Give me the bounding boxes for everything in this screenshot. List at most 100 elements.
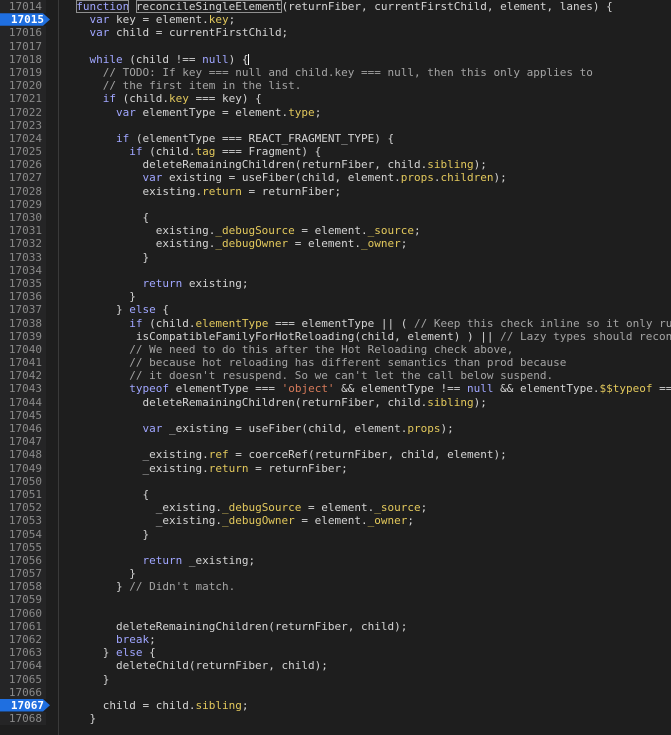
code-line[interactable]: 17054 } [0, 527, 671, 541]
line-number[interactable]: 17048 [0, 448, 46, 462]
line-number[interactable]: 17014 [0, 0, 46, 14]
line-number[interactable]: 17028 [0, 184, 46, 198]
code-line[interactable]: 17042 // it doesn't resuspend. So we can… [0, 369, 671, 383]
code-line[interactable]: 17044 deleteRemainingChildren(returnFibe… [0, 395, 671, 409]
line-number[interactable]: 17034 [0, 263, 46, 277]
code-line[interactable]: 17061 deleteRemainingChildren(returnFibe… [0, 619, 671, 633]
code-line[interactable]: 17065 } [0, 672, 671, 686]
line-number[interactable]: 17051 [0, 487, 46, 502]
code-line[interactable]: 17015 var key = element.key; [0, 13, 671, 26]
code-line[interactable]: 17063 } else { [0, 646, 671, 660]
code-line[interactable]: 17021 if (child.key === key) { [0, 92, 671, 106]
line-number[interactable]: 17063 [0, 646, 46, 660]
code-line[interactable]: 17033 } [0, 250, 671, 264]
code-line[interactable]: 17057 } [0, 567, 671, 581]
line-number[interactable]: 17017 [0, 39, 46, 53]
code-line[interactable]: 17059 [0, 593, 671, 607]
line-number[interactable]: 17023 [0, 118, 46, 132]
line-number[interactable]: 17059 [0, 593, 46, 607]
line-number[interactable]: 17031 [0, 224, 46, 238]
code-line[interactable]: 17067 child = child.sibling; [0, 698, 671, 712]
code-editor[interactable]: 17014 function reconcileSingleElement(re… [0, 0, 671, 735]
code-line[interactable]: 17024 if (elementType === REACT_FRAGMENT… [0, 131, 671, 146]
code-line[interactable]: 17043 typeof elementType === 'object' &&… [0, 382, 671, 396]
code-line[interactable]: 17053 _existing._debugOwner = element._o… [0, 514, 671, 528]
code-line[interactable]: 17062 break; [0, 633, 671, 647]
line-number[interactable]: 17052 [0, 501, 46, 515]
code-line[interactable]: 17040 // We need to do this after the Ho… [0, 342, 671, 357]
code-line[interactable]: 17019 // TODO: If key === null and child… [0, 65, 671, 80]
line-number[interactable]: 17037 [0, 303, 46, 317]
breakpoint-line-number[interactable]: 17067 [0, 698, 50, 712]
line-number[interactable]: 17049 [0, 461, 46, 475]
line-number[interactable]: 17024 [0, 131, 46, 146]
line-number[interactable]: 17033 [0, 250, 46, 264]
code-line[interactable]: 17014 function reconcileSingleElement(re… [0, 0, 671, 14]
line-number[interactable]: 17068 [0, 712, 46, 726]
code-line[interactable]: 17068 } [0, 712, 671, 726]
code-line[interactable]: 17047 [0, 435, 671, 449]
line-number[interactable]: 17065 [0, 672, 46, 686]
code-line[interactable]: 17060 [0, 606, 671, 620]
code-line[interactable]: 17023 [0, 118, 671, 132]
line-number[interactable]: 17032 [0, 237, 46, 251]
line-number[interactable]: 17066 [0, 685, 46, 699]
line-number[interactable]: 17055 [0, 540, 46, 554]
line-number[interactable]: 17046 [0, 422, 46, 436]
line-number[interactable]: 17022 [0, 105, 46, 119]
line-number[interactable]: 17020 [0, 79, 46, 93]
line-number[interactable]: 17036 [0, 290, 46, 304]
line-number[interactable]: 17035 [0, 276, 46, 291]
line-number[interactable]: 17062 [0, 633, 46, 647]
code-line[interactable]: 17048 _existing.ref = coerceRef(returnFi… [0, 448, 671, 462]
code-line[interactable]: 17064 deleteChild(returnFiber, child); [0, 659, 671, 673]
code-line[interactable]: 17039 isCompatibleFamilyForHotReloading(… [0, 329, 671, 343]
code-line[interactable]: 17037 } else { [0, 303, 671, 317]
code-line[interactable]: 17027 var existing = useFiber(child, ele… [0, 171, 671, 185]
line-number[interactable]: 17039 [0, 329, 46, 343]
line-number[interactable]: 17040 [0, 342, 46, 357]
code-line[interactable]: 17025 if (child.tag === Fragment) { [0, 145, 671, 159]
code-line[interactable]: 17056 return _existing; [0, 553, 671, 568]
code-line[interactable]: 17032 existing._debugOwner = element._ow… [0, 237, 671, 251]
line-number[interactable]: 17050 [0, 474, 46, 488]
breakpoint-line-number[interactable]: 17015 [0, 13, 50, 26]
code-line[interactable]: 17041 // because hot reloading has diffe… [0, 356, 671, 370]
line-number[interactable]: 17021 [0, 92, 46, 106]
code-line[interactable]: 17035 return existing; [0, 276, 671, 291]
line-number[interactable]: 17054 [0, 527, 46, 541]
line-number[interactable]: 17027 [0, 171, 46, 185]
line-number[interactable]: 17018 [0, 52, 46, 66]
code-line[interactable]: 17046 var _existing = useFiber(child, el… [0, 422, 671, 436]
code-line[interactable]: 17050 [0, 474, 671, 488]
code-line[interactable]: 17018 while (child !== null) { [0, 52, 671, 66]
line-number[interactable]: 17026 [0, 158, 46, 172]
code-line[interactable]: 17045 [0, 408, 671, 422]
line-number[interactable]: 17053 [0, 514, 46, 528]
code-line[interactable]: 17052 _existing._debugSource = element._… [0, 501, 671, 515]
code-line[interactable]: 17055 [0, 540, 671, 554]
line-number[interactable]: 17045 [0, 408, 46, 422]
line-number[interactable]: 17058 [0, 580, 46, 594]
code-line[interactable]: 17026 deleteRemainingChildren(returnFibe… [0, 158, 671, 172]
code-line[interactable]: 17017 [0, 39, 671, 53]
code-line[interactable]: 17029 [0, 197, 671, 211]
line-number[interactable]: 17016 [0, 26, 46, 40]
line-number[interactable]: 17038 [0, 316, 46, 330]
line-number[interactable]: 17029 [0, 197, 46, 211]
line-number[interactable]: 17019 [0, 65, 46, 80]
code-line[interactable]: 17058 } // Didn't match. [0, 580, 671, 594]
line-number[interactable]: 17047 [0, 435, 46, 449]
code-line[interactable]: 17020 // the first item in the list. [0, 79, 671, 93]
code-line[interactable]: 17066 [0, 685, 671, 699]
line-number[interactable]: 17057 [0, 567, 46, 581]
code-line[interactable]: 17028 existing.return = returnFiber; [0, 184, 671, 198]
line-number[interactable]: 17041 [0, 356, 46, 370]
code-line[interactable]: 17030 { [0, 211, 671, 225]
line-number[interactable]: 17030 [0, 211, 46, 225]
line-number[interactable]: 17025 [0, 145, 46, 159]
code-line[interactable]: 17049 _existing.return = returnFiber; [0, 461, 671, 475]
code-line[interactable]: 17051 { [0, 487, 671, 502]
code-line[interactable]: 17031 existing._debugSource = element._s… [0, 224, 671, 238]
code-line[interactable]: 17016 var child = currentFirstChild; [0, 26, 671, 40]
